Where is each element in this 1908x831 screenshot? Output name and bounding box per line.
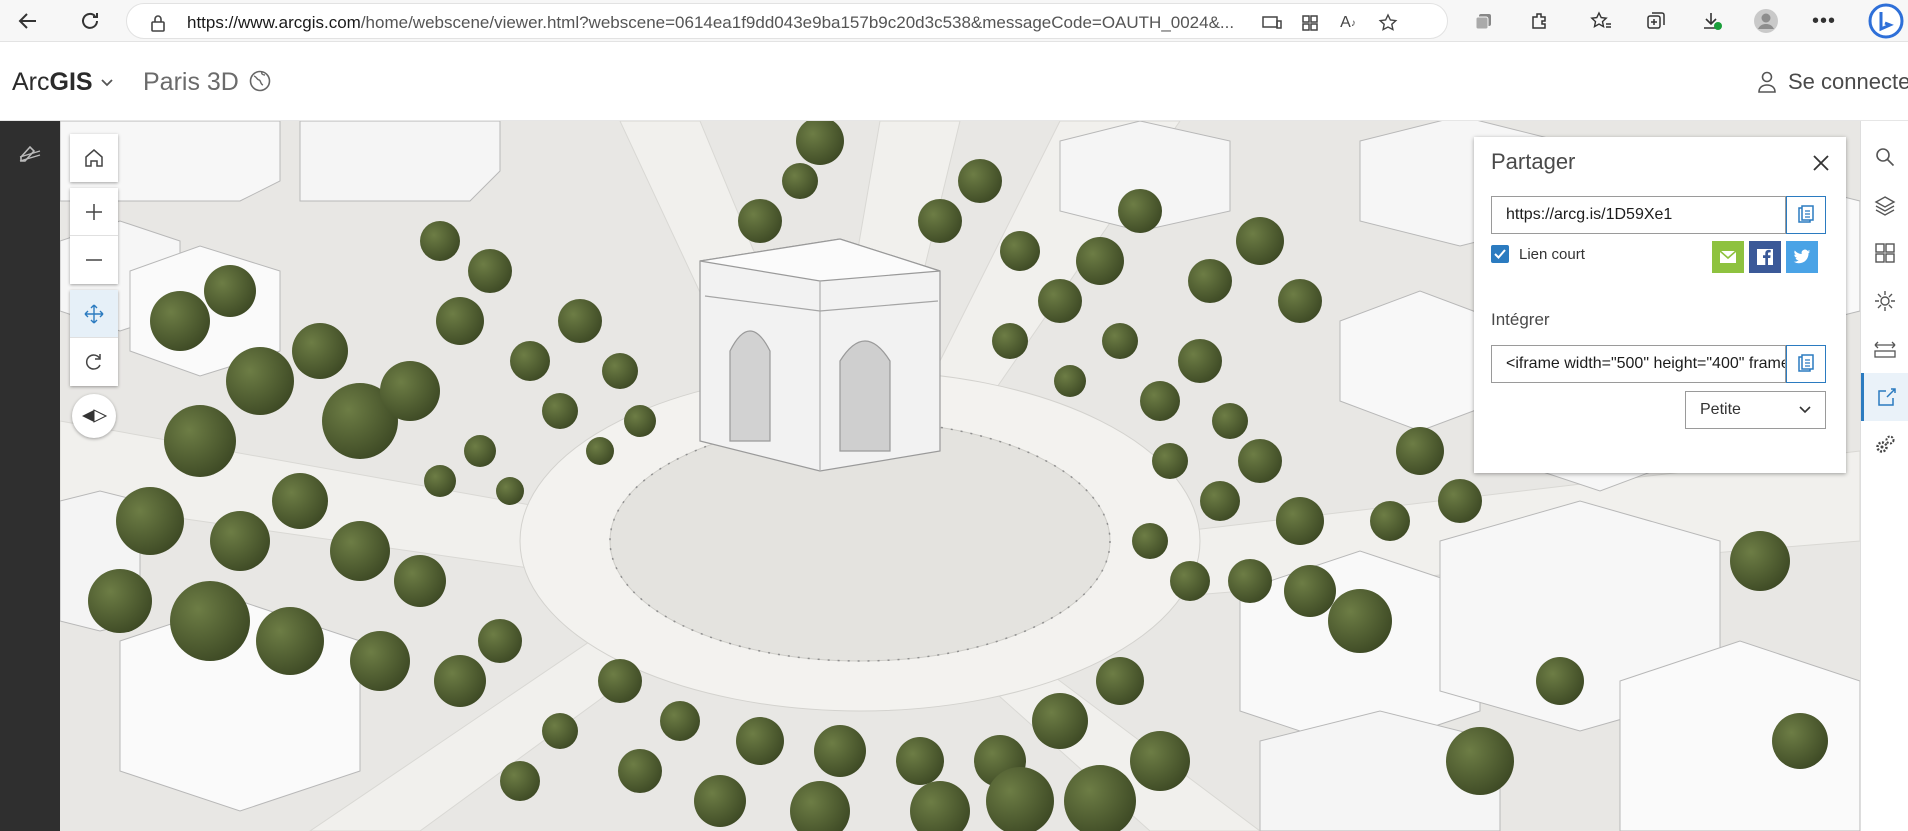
home-icon: [85, 149, 103, 167]
downloads-icon[interactable]: [1696, 5, 1728, 37]
refresh-icon[interactable]: [74, 5, 106, 37]
url-path: /home/webscene/viewer.html?webscene=0614…: [360, 13, 1235, 32]
lock-icon[interactable]: [145, 10, 171, 36]
brand-bold: GIS: [49, 68, 93, 96]
zoom-widget: [70, 188, 118, 284]
copy-icon: [1798, 354, 1814, 372]
brand-light: Arc: [12, 68, 50, 96]
favorites-icon[interactable]: [1585, 5, 1617, 37]
home-button[interactable]: [70, 134, 118, 182]
arc-de-triomphe: [699, 238, 941, 472]
basemap-tool[interactable]: [1861, 229, 1908, 277]
favorite-add-icon[interactable]: [1375, 10, 1401, 36]
right-toolbar: [1860, 121, 1908, 831]
back-icon[interactable]: [12, 5, 44, 37]
embed-label: Intégrer: [1491, 310, 1550, 329]
settings-tool[interactable]: [1861, 421, 1908, 469]
basemap-gallery-icon: [1875, 243, 1895, 263]
embed-size-value: Petite: [1700, 401, 1741, 418]
url-host: https://www.arcgis.com: [187, 13, 361, 32]
address-bar[interactable]: https://www.arcgis.com/home/webscene/vie…: [126, 3, 1448, 39]
url-text[interactable]: https://www.arcgis.com/home/webscene/vie…: [187, 13, 1387, 33]
measure-tool[interactable]: [1861, 325, 1908, 373]
share-title: Partager: [1491, 149, 1576, 174]
chevron-down-icon: [1799, 406, 1811, 414]
gears-icon: [1876, 435, 1895, 453]
copy-icon: [1798, 205, 1814, 223]
close-button[interactable]: [1809, 151, 1833, 175]
facebook-icon: [1757, 249, 1773, 265]
twitter-share-button[interactable]: [1786, 241, 1818, 273]
globe-icon[interactable]: [248, 69, 272, 93]
arcgis-logo: ArcGIS: [12, 68, 93, 97]
collections-icon[interactable]: [1468, 5, 1500, 37]
app-available-icon[interactable]: [1259, 10, 1285, 36]
read-aloud-icon[interactable]: A ♪: [1335, 10, 1361, 36]
zoom-in-button[interactable]: [70, 188, 118, 236]
short-link-checkbox[interactable]: [1491, 245, 1509, 263]
close-icon: [1813, 155, 1829, 171]
layers-tool[interactable]: [1861, 181, 1908, 229]
signin-button[interactable]: Se connecter: [1758, 69, 1908, 95]
plus-icon: [86, 203, 102, 220]
bing-icon[interactable]: [1866, 2, 1906, 40]
rotate-icon: [85, 354, 101, 370]
tab-actions-icon[interactable]: [1640, 5, 1672, 37]
chevron-down-icon: [100, 78, 113, 86]
share-panel: Partager https://arcg.is/1D59Xe1 Lien co…: [1474, 137, 1846, 473]
short-link-option[interactable]: Lien court: [1491, 245, 1585, 263]
embed-size-select[interactable]: Petite: [1685, 391, 1826, 429]
arcgis-menu[interactable]: ArcGIS: [12, 68, 113, 97]
email-share-button[interactable]: [1712, 241, 1744, 273]
compass-button[interactable]: [72, 394, 116, 438]
pan-button[interactable]: [70, 290, 118, 338]
compass-icon: [82, 409, 108, 423]
embed-code-input[interactable]: <iframe width="500" height="400" framebo…: [1491, 345, 1786, 383]
twitter-icon: [1793, 249, 1811, 264]
minus-icon: [86, 259, 102, 261]
home-widget: [70, 134, 118, 182]
navigation-toggle-widget: [70, 290, 118, 386]
left-toolbar: [0, 121, 60, 831]
user-icon: [1758, 71, 1776, 93]
more-icon[interactable]: •••: [1808, 5, 1840, 37]
scene-title: Paris 3D: [143, 68, 239, 96]
share-tool[interactable]: [1861, 373, 1908, 421]
apps-grid-icon[interactable]: [1297, 10, 1323, 36]
extensions-icon[interactable]: [1523, 5, 1555, 37]
copy-embed-button[interactable]: [1786, 345, 1826, 383]
facebook-share-button[interactable]: [1749, 241, 1781, 273]
short-link-label: Lien court: [1519, 245, 1585, 263]
measure-icon: [1874, 341, 1896, 358]
copy-url-button[interactable]: [1786, 196, 1826, 234]
scene-design-icon[interactable]: [17, 139, 43, 165]
signin-label: Se connecter: [1788, 69, 1908, 94]
rotate-button[interactable]: [70, 338, 118, 386]
sun-icon: [1875, 291, 1895, 311]
profile-avatar-icon[interactable]: [1750, 5, 1782, 37]
short-url-input[interactable]: https://arcg.is/1D59Xe1: [1491, 196, 1786, 234]
app-header: ArcGIS Paris 3D Se connecter: [0, 42, 1908, 121]
daylight-tool[interactable]: [1861, 277, 1908, 325]
email-icon: [1719, 250, 1737, 263]
search-tool[interactable]: [1861, 133, 1908, 181]
search-icon: [1876, 148, 1895, 167]
layers-icon: [1874, 196, 1896, 216]
zoom-out-button[interactable]: [70, 236, 118, 284]
checkmark-icon: [1494, 249, 1506, 259]
browser-toolbar: https://www.arcgis.com/home/webscene/vie…: [0, 0, 1908, 42]
pan-icon: [84, 304, 104, 323]
share-icon: [1877, 388, 1896, 406]
